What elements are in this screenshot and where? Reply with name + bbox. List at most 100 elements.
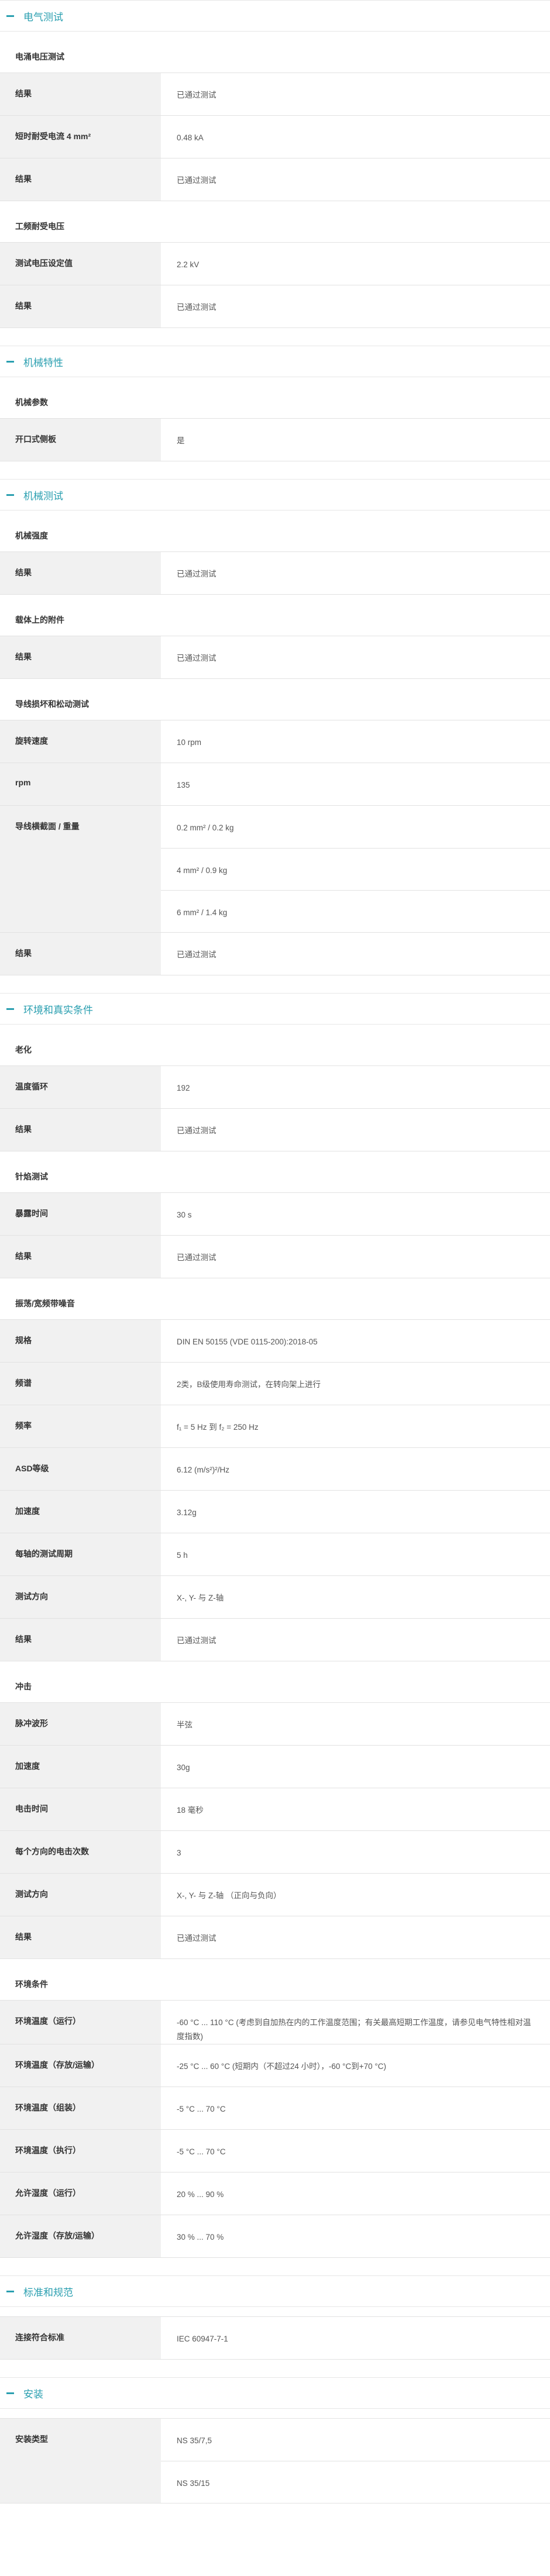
minus-icon[interactable] <box>6 1008 14 1010</box>
spec-values: 已通过测试 <box>161 285 550 327</box>
spec-section: 机械测试 机械强度 结果 已通过测试 载体上的附件 结果 已通过测试 导线损坏和松动测试 旋转速… <box>0 479 550 975</box>
spec-group: 连接符合标准 IEC 60947-7-1 <box>0 2316 550 2360</box>
spec-section: 环境和真实条件 老化 温度循环 192 结果 已通过测试 针焰测试 暴露时间 30 s 结果 已通过… <box>0 993 550 2258</box>
spec-value: 30 % ... 70 % <box>177 2233 224 2242</box>
spec-values: 已通过测试 <box>161 636 550 678</box>
spec-label: 每轴的测试周期 <box>0 1533 161 1575</box>
minus-icon[interactable] <box>6 494 14 496</box>
spec-value: 是 <box>177 436 185 445</box>
spec-value: 已通过测试 <box>177 1126 216 1135</box>
spec-label: 连接符合标准 <box>0 2317 161 2359</box>
spec-label: 测试电压设定值 <box>0 243 161 285</box>
spec-value: 已通过测试 <box>177 91 216 99</box>
spec-label: 允许湿度（存放/运输） <box>0 2215 161 2257</box>
minus-icon[interactable] <box>6 360 14 363</box>
spec-row: 结果 已通过测试 <box>0 1108 550 1151</box>
spec-values: X-, Y- 与 Z-轴 （正向与负向） <box>161 1874 550 1916</box>
spec-value: 半弦 <box>177 1720 192 1729</box>
minus-icon[interactable] <box>6 2290 14 2292</box>
spec-label: 暴露时间 <box>0 1193 161 1235</box>
spec-label: 环境温度（组装） <box>0 2087 161 2129</box>
spec-value: f₁ = 5 Hz 到 f₂ = 250 Hz <box>177 1423 259 1432</box>
spec-label: 开口式侧板 <box>0 419 161 461</box>
spec-row: 结果 已通过测试 <box>0 158 550 201</box>
spec-label: 环境温度（运行） <box>0 2001 161 2044</box>
spec-group: 老化 温度循环 192 结果 已通过测试 <box>0 1034 550 1151</box>
spec-label: 允许湿度（运行） <box>0 2172 161 2215</box>
spec-row: 测试方向 X-, Y- 与 Z-轴 <box>0 1575 550 1618</box>
spec-value: -5 °C ... 70 °C <box>177 2105 226 2113</box>
spec-value: 4 mm² / 0.9 kg <box>161 848 550 890</box>
spec-value: DIN EN 50155 (VDE 0115-200):2018-05 <box>177 1337 318 1346</box>
spec-values: 3.12g <box>161 1491 550 1533</box>
spec-values: IEC 60947-7-1 <box>161 2317 550 2359</box>
spec-section: 电气测试 电涌电压测试 结果 已通过测试 短时耐受电流 4 mm² 0.48 kA 结果 已通… <box>0 0 550 328</box>
spec-values: -5 °C ... 70 °C <box>161 2130 550 2172</box>
spec-row: 结果 已通过测试 <box>0 636 550 678</box>
spec-label: 环境温度（存放/运输） <box>0 2044 161 2087</box>
group-title: 针焰测试 <box>15 1172 48 1181</box>
spec-label: rpm <box>0 763 161 805</box>
spec-label: 频率 <box>0 1405 161 1447</box>
minus-icon[interactable] <box>6 15 14 17</box>
spec-row: 旋转速度 10 rpm <box>0 720 550 763</box>
spec-values: 6.12 (m/s²)²/Hz <box>161 1448 550 1490</box>
spec-value: 已通过测试 <box>177 570 216 578</box>
section-title-text: 机械特性 <box>23 357 63 368</box>
spec-row: rpm 135 <box>0 763 550 805</box>
spec-value: 18 毫秒 <box>177 1806 204 1815</box>
spec-label: 测试方向 <box>0 1874 161 1916</box>
spec-label: 环境温度（执行） <box>0 2130 161 2172</box>
spec-values: f₁ = 5 Hz 到 f₂ = 250 Hz <box>161 1405 550 1447</box>
spec-label: 规格 <box>0 1320 161 1362</box>
spec-row: 连接符合标准 IEC 60947-7-1 <box>0 2316 550 2359</box>
spec-label: 温度循环 <box>0 1066 161 1108</box>
spec-group: 机械强度 结果 已通过测试 <box>0 520 550 595</box>
spec-content: 电气测试 电涌电压测试 结果 已通过测试 短时耐受电流 4 mm² 0.48 kA 结果 已通… <box>0 0 550 2503</box>
spec-value: NS 35/7,5 <box>177 2436 212 2445</box>
spec-row: 环境温度（执行） -5 °C ... 70 °C <box>0 2129 550 2172</box>
spec-row: 每个方向的电击次数 3 <box>0 1830 550 1873</box>
spec-label: 旋转速度 <box>0 720 161 763</box>
section-title-text: 安装 <box>23 2388 43 2400</box>
spec-value: 6 mm² / 1.4 kg <box>161 890 550 932</box>
spec-label: 结果 <box>0 636 161 678</box>
section-title-text: 电气测试 <box>23 11 63 23</box>
section-title[interactable]: 安装 <box>0 2377 550 2409</box>
spec-label: 短时耐受电流 4 mm² <box>0 116 161 158</box>
section-title[interactable]: 机械特性 <box>0 346 550 377</box>
spec-values: 30 s <box>161 1193 550 1235</box>
spec-value: 2类，B级使用寿命测试，在转向架上进行 <box>177 1380 321 1389</box>
spec-group: 电涌电压测试 结果 已通过测试 短时耐受电流 4 mm² 0.48 kA 结果 已通过测试 <box>0 41 550 201</box>
spec-row: 结果 已通过测试 <box>0 1618 550 1661</box>
section-title[interactable]: 标准和规范 <box>0 2275 550 2307</box>
minus-icon[interactable] <box>6 2392 14 2394</box>
group-title: 冲击 <box>15 1682 32 1691</box>
section-title[interactable]: 环境和真实条件 <box>0 993 550 1025</box>
spec-label: 结果 <box>0 933 161 975</box>
spec-group: 安装类型 NS 35/7,5 NS 35/15 <box>0 2418 550 2503</box>
spec-row: 允许湿度（运行） 20 % ... 90 % <box>0 2172 550 2215</box>
spec-label: 电击时间 <box>0 1788 161 1830</box>
spec-row: 结果 已通过测试 <box>0 551 550 594</box>
spec-values: 0.48 kA <box>161 116 550 158</box>
spec-values: 2类，B级使用寿命测试，在转向架上进行 <box>161 1363 550 1405</box>
section-title[interactable]: 电气测试 <box>0 0 550 32</box>
spec-row: 频率 f₁ = 5 Hz 到 f₂ = 250 Hz <box>0 1405 550 1447</box>
spec-row: 结果 已通过测试 <box>0 932 550 975</box>
spec-values: 135 <box>161 763 550 805</box>
spec-value: 已通过测试 <box>177 176 216 185</box>
spec-label: 脉冲波形 <box>0 1703 161 1745</box>
spec-value: 30 s <box>177 1211 192 1219</box>
group-title: 电涌电压测试 <box>15 52 64 61</box>
spec-values: 是 <box>161 419 550 461</box>
section-title[interactable]: 机械测试 <box>0 479 550 511</box>
spec-row: 暴露时间 30 s <box>0 1192 550 1235</box>
spec-value: 3.12g <box>177 1508 197 1517</box>
spec-values: 18 毫秒 <box>161 1788 550 1830</box>
spec-values: -60 °C ... 110 °C (考虑到自加热在内的工作温度范围；有关最高短… <box>161 2001 550 2044</box>
spec-label: 安装类型 <box>0 2419 161 2503</box>
spec-value: 192 <box>177 1084 190 1092</box>
spec-value: -60 °C ... 110 °C (考虑到自加热在内的工作温度范围；有关最高短… <box>177 2018 531 2041</box>
spec-label: ASD等级 <box>0 1448 161 1490</box>
